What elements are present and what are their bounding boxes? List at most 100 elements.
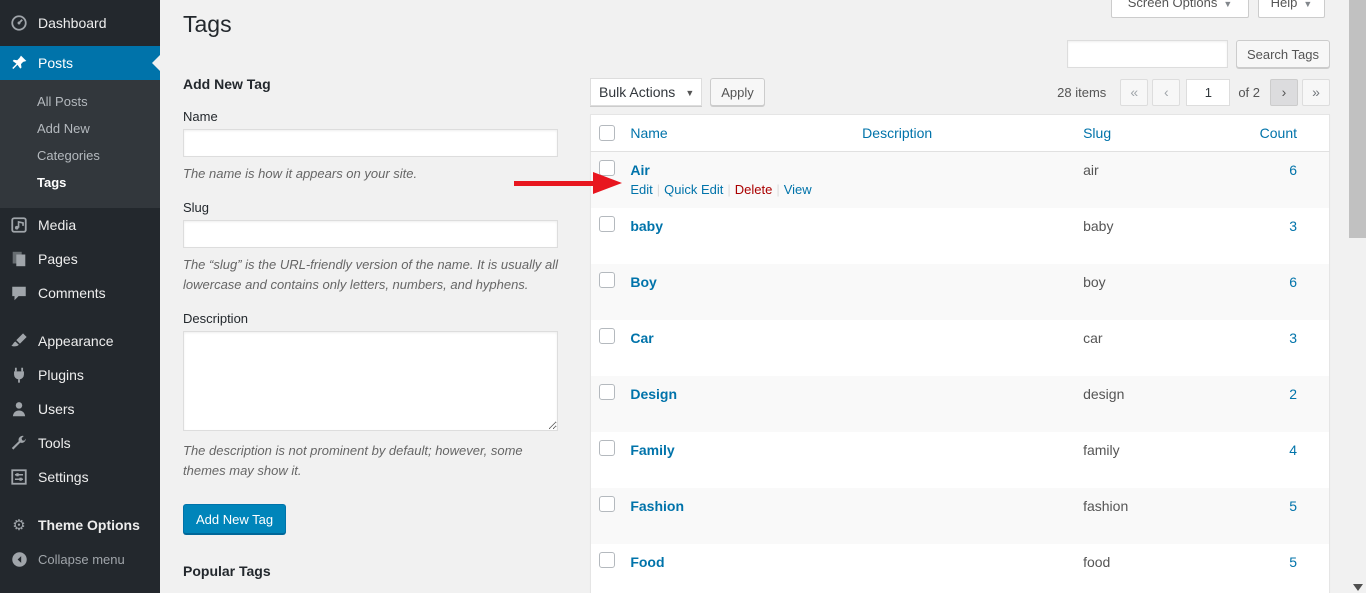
sidebar-item-label: Comments <box>38 285 106 301</box>
gear-icon: ⚙ <box>9 515 29 535</box>
row-checkbox[interactable] <box>599 496 615 512</box>
user-icon <box>9 399 29 419</box>
first-page-button[interactable]: « <box>1120 79 1148 106</box>
name-field[interactable] <box>183 129 558 157</box>
sidebar-item-theme-options[interactable]: ⚙ Theme Options <box>0 508 160 542</box>
tag-name-link[interactable]: Car <box>630 330 653 346</box>
tag-name-link[interactable]: Air <box>630 162 649 178</box>
tags-table: Name Description Slug Count Air Edit | Qui… <box>590 114 1330 593</box>
sidebar-item-collapse-menu[interactable]: Collapse menu <box>0 542 160 576</box>
add-new-tag-button[interactable]: Add New Tag <box>183 504 286 534</box>
last-page-button[interactable]: » <box>1302 79 1330 106</box>
slug-cell: fashion <box>1073 488 1250 544</box>
select-all-checkbox[interactable] <box>599 125 615 141</box>
sidebar-item-label: Posts <box>38 55 73 71</box>
count-link[interactable]: 5 <box>1289 554 1297 570</box>
count-link[interactable]: 3 <box>1289 330 1297 346</box>
count-link[interactable]: 6 <box>1289 274 1297 290</box>
count-link[interactable]: 5 <box>1289 498 1297 514</box>
slug-cell: food <box>1073 544 1250 593</box>
sidebar-item-all-posts[interactable]: All Posts <box>0 88 160 115</box>
count-link[interactable]: 3 <box>1289 218 1297 234</box>
sidebar-item-plugins[interactable]: Plugins <box>0 358 160 392</box>
slug-cell: boy <box>1073 264 1250 320</box>
sidebar-item-pages[interactable]: Pages <box>0 242 160 276</box>
posts-submenu: All Posts Add New Categories Tags <box>0 80 160 208</box>
search-tags-button[interactable]: Search Tags <box>1236 40 1330 68</box>
screen-options-button[interactable]: Screen Options ▼ <box>1111 0 1249 18</box>
row-checkbox[interactable] <box>599 440 615 456</box>
tag-name-link[interactable]: Food <box>630 554 664 570</box>
next-page-button[interactable]: › <box>1270 79 1298 106</box>
table-row: Family family 4 <box>591 432 1330 488</box>
chevron-down-icon: ▼ <box>685 88 694 98</box>
column-header-name[interactable]: Name <box>620 115 852 152</box>
scrollbar-thumb[interactable] <box>1349 0 1366 238</box>
table-row: Fashion fashion 5 <box>591 488 1330 544</box>
slug-helper-text: The “slug” is the URL-friendly version o… <box>183 255 558 295</box>
sidebar-item-tools[interactable]: Tools <box>0 426 160 460</box>
count-link[interactable]: 2 <box>1289 386 1297 402</box>
row-checkbox[interactable] <box>599 272 615 288</box>
row-checkbox[interactable] <box>599 216 615 232</box>
column-header-description[interactable]: Description <box>852 115 1073 152</box>
sidebar-item-posts[interactable]: Posts <box>0 46 160 80</box>
view-link[interactable]: View <box>784 182 812 197</box>
column-header-count[interactable]: Count <box>1250 115 1330 152</box>
quick-edit-link[interactable]: Quick Edit <box>664 182 723 197</box>
sidebar-item-categories[interactable]: Categories <box>0 142 160 169</box>
delete-link[interactable]: Delete <box>735 182 773 197</box>
vertical-scrollbar[interactable] <box>1349 0 1366 593</box>
sidebar-item-media[interactable]: Media <box>0 208 160 242</box>
sidebar-item-users[interactable]: Users <box>0 392 160 426</box>
row-checkbox[interactable] <box>599 328 615 344</box>
sidebar-item-dashboard[interactable]: Dashboard <box>0 6 160 40</box>
table-row: Design design 2 <box>591 376 1330 432</box>
action-separator: | <box>776 182 779 197</box>
sidebar-item-comments[interactable]: Comments <box>0 276 160 310</box>
sidebar-item-settings[interactable]: Settings <box>0 460 160 494</box>
sidebar-item-label: Collapse menu <box>38 552 125 567</box>
collapse-arrow-icon <box>9 549 29 569</box>
current-page-input[interactable] <box>1186 79 1230 106</box>
row-checkbox[interactable] <box>599 552 615 568</box>
slug-field[interactable] <box>183 220 558 248</box>
tag-name-link[interactable]: Fashion <box>630 498 684 514</box>
tag-name-link[interactable]: Family <box>630 442 674 458</box>
table-row: Car car 3 <box>591 320 1330 376</box>
sidebar-item-label: Tools <box>38 435 71 451</box>
comment-bubble-icon <box>9 283 29 303</box>
sidebar-item-label: Appearance <box>38 333 114 349</box>
sidebar-item-appearance[interactable]: Appearance <box>0 324 160 358</box>
tag-name-link[interactable]: Boy <box>630 274 656 290</box>
count-link[interactable]: 6 <box>1289 162 1297 178</box>
row-checkbox[interactable] <box>599 384 615 400</box>
column-header-slug[interactable]: Slug <box>1073 115 1250 152</box>
description-field[interactable] <box>183 331 558 431</box>
items-count: 28 items <box>1057 85 1106 100</box>
tag-name-link[interactable]: baby <box>630 218 663 234</box>
media-icon <box>9 215 29 235</box>
sliders-icon <box>9 467 29 487</box>
previous-page-button[interactable]: ‹ <box>1152 79 1180 106</box>
apply-button[interactable]: Apply <box>710 78 765 106</box>
table-row: Air Edit|Quick Edit|Delete|View air 6 <box>591 152 1330 208</box>
sidebar-item-add-new[interactable]: Add New <box>0 115 160 142</box>
slug-label: Slug <box>183 200 558 215</box>
search-tags-input[interactable] <box>1067 40 1228 68</box>
total-pages-label: of 2 <box>1238 85 1260 100</box>
red-arrow-annotation-head <box>593 172 622 194</box>
scrollbar-down-arrow-icon[interactable] <box>1353 584 1363 591</box>
edit-link[interactable]: Edit <box>630 182 652 197</box>
page-title: Tags <box>183 11 558 39</box>
description-cell <box>852 264 1073 320</box>
chevron-down-icon: ▼ <box>1303 0 1312 10</box>
tag-name-link[interactable]: Design <box>630 386 677 402</box>
count-link[interactable]: 4 <box>1289 442 1297 458</box>
slug-cell: baby <box>1073 208 1250 264</box>
help-button[interactable]: Help ▼ <box>1258 0 1325 18</box>
sidebar-item-tags[interactable]: Tags <box>0 169 160 196</box>
bulk-actions-select[interactable]: Bulk Actions ▼ <box>590 78 702 106</box>
description-cell <box>852 152 1073 208</box>
table-row: Boy boy 6 <box>591 264 1330 320</box>
